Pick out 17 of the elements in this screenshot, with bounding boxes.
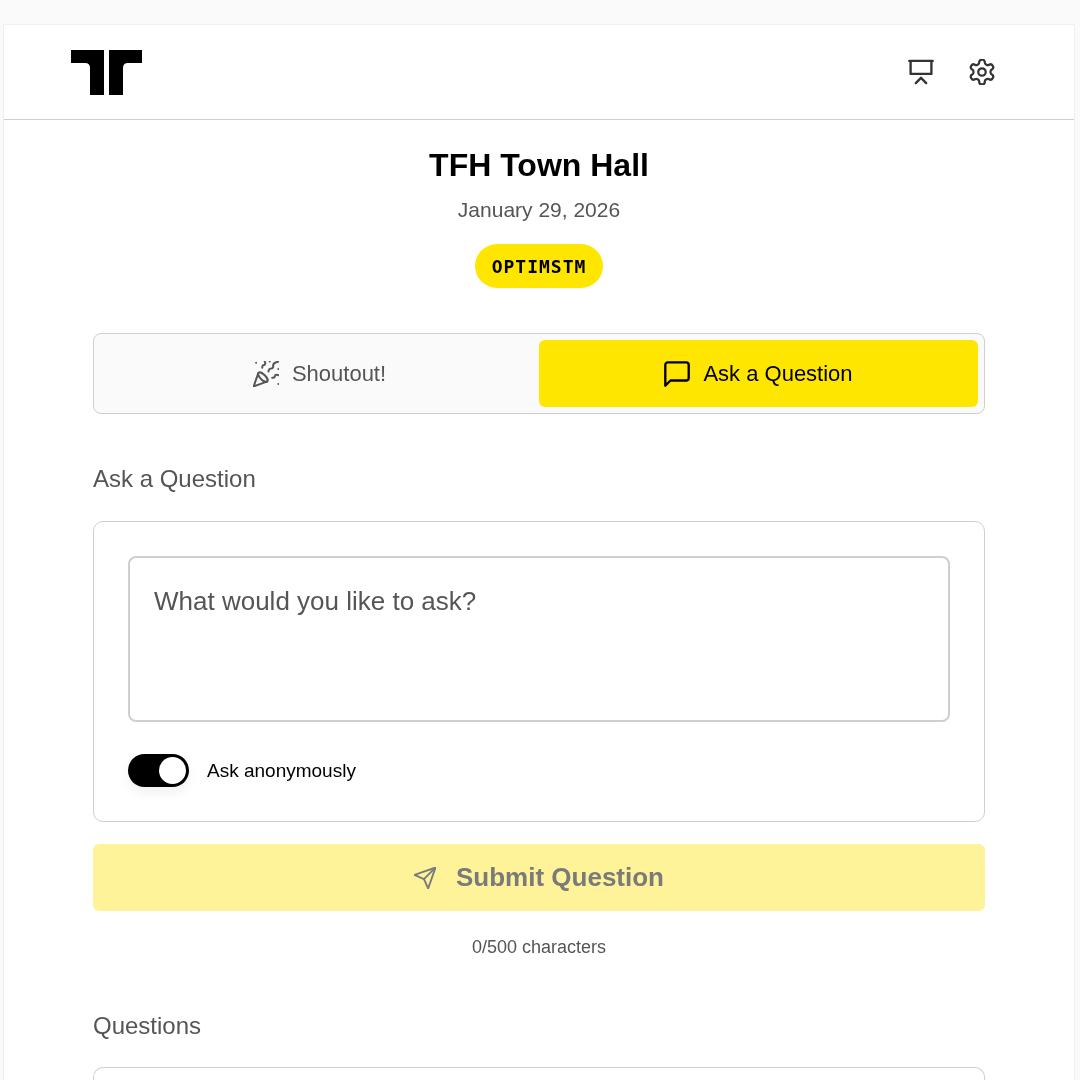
logo-icon (71, 49, 142, 95)
party-popper-icon (252, 360, 279, 387)
presentation-icon[interactable] (908, 59, 934, 85)
toggle-label: Ask anonymously (207, 759, 356, 782)
anonymous-toggle[interactable] (128, 754, 189, 787)
tab[interactable]: Ask a Question (539, 340, 978, 407)
event-code-badge: OPTIMSTM (474, 244, 604, 288)
event-date: January 29, 2026 (456, 197, 622, 223)
section-heading: Questions (93, 1011, 203, 1041)
send-icon (414, 866, 436, 889)
settings-icon[interactable] (969, 59, 995, 85)
character-count: 0/500 characters (470, 936, 608, 959)
event-title: TFH Town Hall (428, 146, 650, 185)
section-heading: Ask a Question (93, 464, 257, 494)
question-input-field[interactable]: What would you like to ask? (128, 556, 950, 722)
chat-bubble-icon (664, 360, 691, 387)
tab[interactable]: Shoutout! (100, 340, 539, 407)
